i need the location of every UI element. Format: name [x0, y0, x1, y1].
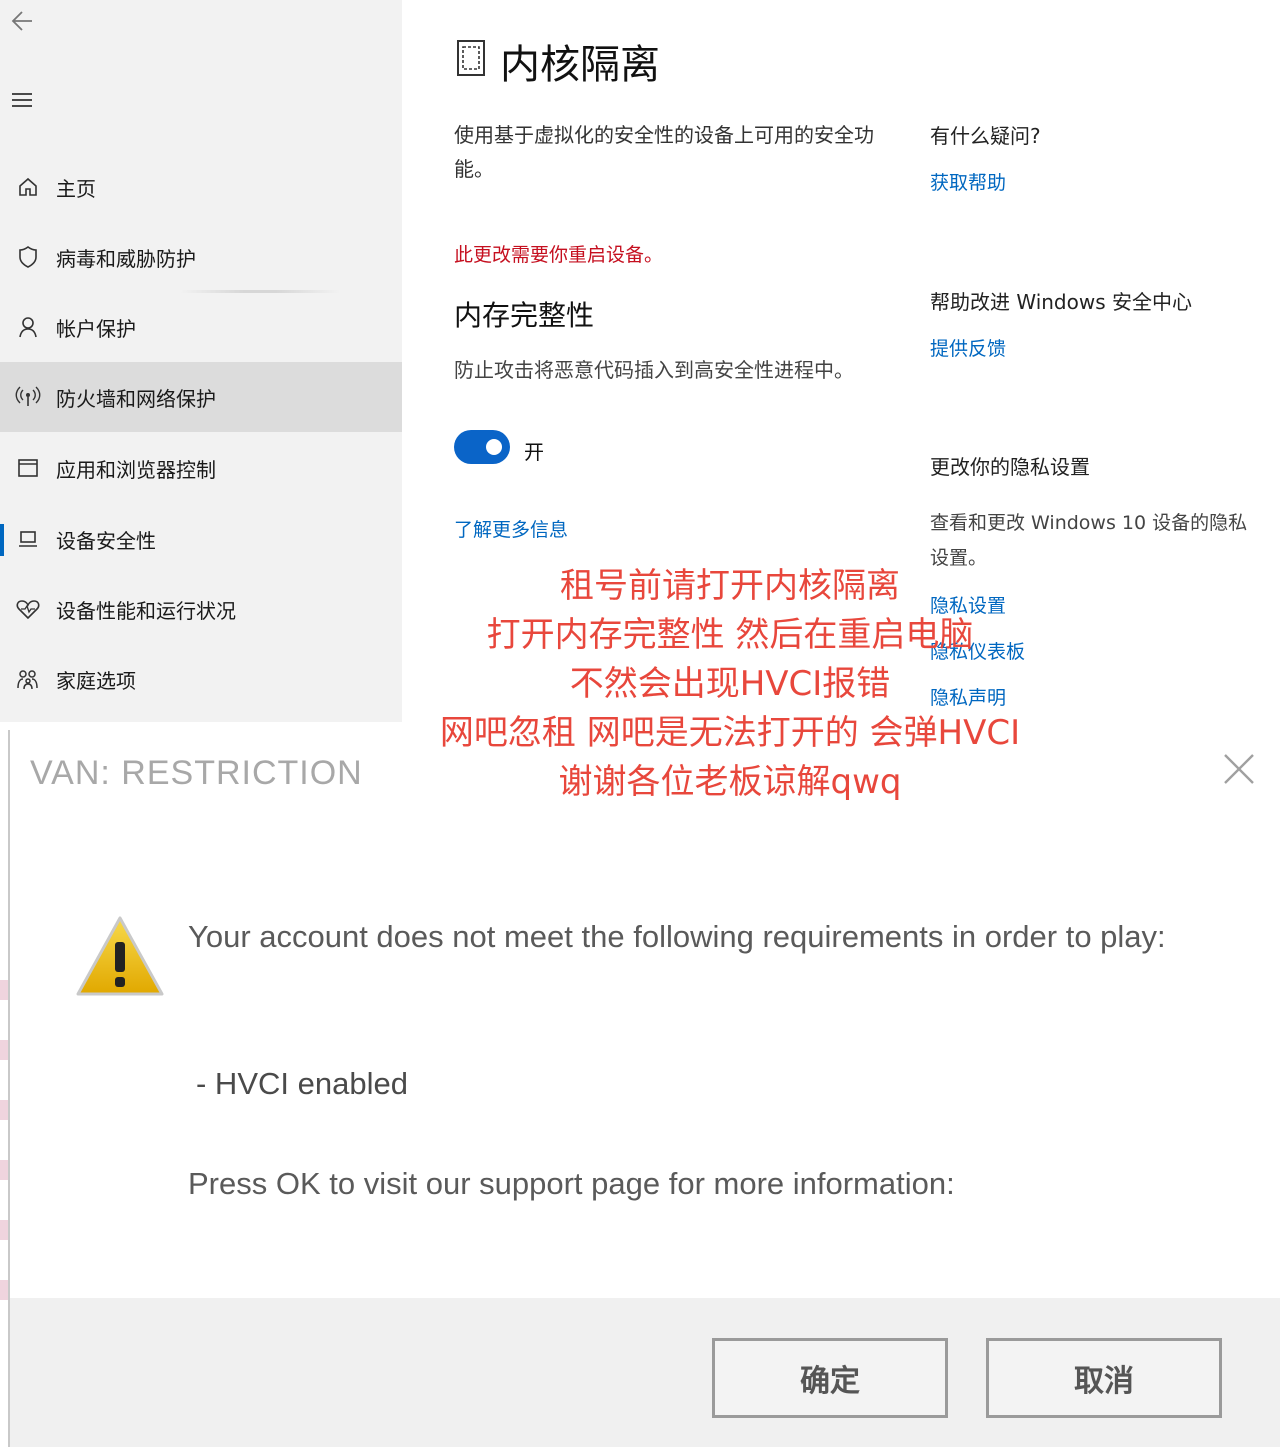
overlay-line: 谢谢各位老板谅解qwq: [558, 762, 902, 802]
memory-integrity-title: 内存完整性: [454, 299, 595, 332]
overlay-line: 租号前请打开内核隔离: [560, 566, 900, 606]
sidebar: 主页 病毒和威胁防护 帐户保护 防火墙和网络保护 应用和浏览器控制 设备安全性 …: [0, 0, 402, 722]
sidebar-item-app-browser-control[interactable]: 应用和浏览器控制: [0, 437, 402, 499]
sidebar-item-label: 病毒和威胁防护: [56, 246, 196, 271]
dialog-requirement: - HVCI enabled: [196, 1066, 408, 1101]
get-help-link[interactable]: 获取帮助: [930, 168, 1006, 195]
privacy-heading: 更改你的隐私设置: [930, 455, 1090, 479]
sidebar-item-label: 设备安全性: [56, 528, 156, 553]
dialog-title: VAN: RESTRICTION: [30, 754, 363, 792]
dialog-message: Your account does not meet the following…: [188, 919, 1166, 954]
sidebar-item-label: 防火墙和网络保护: [56, 386, 216, 411]
sidebar-item-label: 应用和浏览器控制: [56, 457, 216, 482]
warning-icon: [74, 914, 166, 1004]
sidebar-item-home[interactable]: 主页: [0, 156, 402, 218]
van-restriction-dialog: VAN: RESTRICTION Your account does not m…: [8, 730, 1280, 1447]
memory-integrity-description: 防止攻击将恶意代码插入到高安全性进程中。: [454, 358, 854, 382]
improve-heading: 帮助改进 Windows 安全中心: [930, 290, 1192, 314]
toggle-knob: [486, 439, 502, 455]
memory-integrity-toggle[interactable]: [454, 430, 510, 464]
close-icon[interactable]: [1222, 752, 1256, 793]
ok-button[interactable]: 确定: [712, 1338, 948, 1418]
laptop-icon: [6, 528, 50, 550]
sidebar-item-account-protection[interactable]: 帐户保护: [0, 296, 402, 358]
wifi-antenna-icon: [6, 386, 50, 408]
app-window-icon: [6, 457, 50, 479]
page-title: 内核隔离: [500, 42, 660, 88]
core-isolation-chip-icon: [454, 38, 488, 82]
learn-more-link[interactable]: 了解更多信息: [454, 515, 568, 542]
back-arrow-icon[interactable]: [8, 8, 36, 36]
sidebar-item-label: 帐户保护: [56, 316, 136, 341]
sidebar-item-virus-protection[interactable]: 病毒和威胁防护: [0, 226, 402, 288]
dialog-press-ok-text: Press OK to visit our support page for m…: [188, 1166, 955, 1201]
divider: [180, 290, 340, 293]
overlay-line: 不然会出现HVCI报错: [569, 664, 891, 704]
overlay-line: 网吧忽租 网吧是无法打开的 会弹HVCI: [439, 713, 1021, 753]
cancel-button[interactable]: 取消: [986, 1338, 1222, 1418]
page-description: 使用基于虚拟化的安全性的设备上可用的安全功能。: [454, 123, 874, 181]
sidebar-item-device-security[interactable]: 设备安全性: [0, 508, 402, 570]
sidebar-item-family-options[interactable]: 家庭选项: [0, 648, 402, 710]
shield-icon: [6, 245, 50, 269]
hamburger-menu-icon[interactable]: [8, 88, 36, 116]
family-icon: [6, 668, 50, 690]
toggle-state-label: 开: [524, 440, 544, 464]
questions-heading: 有什么疑问?: [930, 124, 1041, 148]
feedback-link[interactable]: 提供反馈: [930, 334, 1006, 361]
person-icon: [6, 315, 50, 339]
edge-artifact: [0, 980, 8, 1310]
sidebar-item-device-health[interactable]: 设备性能和运行状况: [0, 578, 402, 640]
overlay-note: 租号前请打开内核隔离 打开内存完整性 然后在重启电脑 不然会出现HVCI报错 网…: [400, 562, 1060, 807]
restart-warning: 此更改需要你重启设备。: [454, 244, 664, 266]
sidebar-item-label: 主页: [56, 176, 96, 201]
heart-icon: [6, 598, 50, 620]
sidebar-item-label: 设备性能和运行状况: [56, 598, 236, 623]
sidebar-item-firewall[interactable]: 防火墙和网络保护: [0, 362, 402, 432]
home-icon: [6, 176, 50, 198]
sidebar-item-label: 家庭选项: [56, 668, 136, 693]
dialog-footer: 确定 取消: [10, 1298, 1280, 1447]
overlay-line: 打开内存完整性 然后在重启电脑: [486, 615, 974, 655]
